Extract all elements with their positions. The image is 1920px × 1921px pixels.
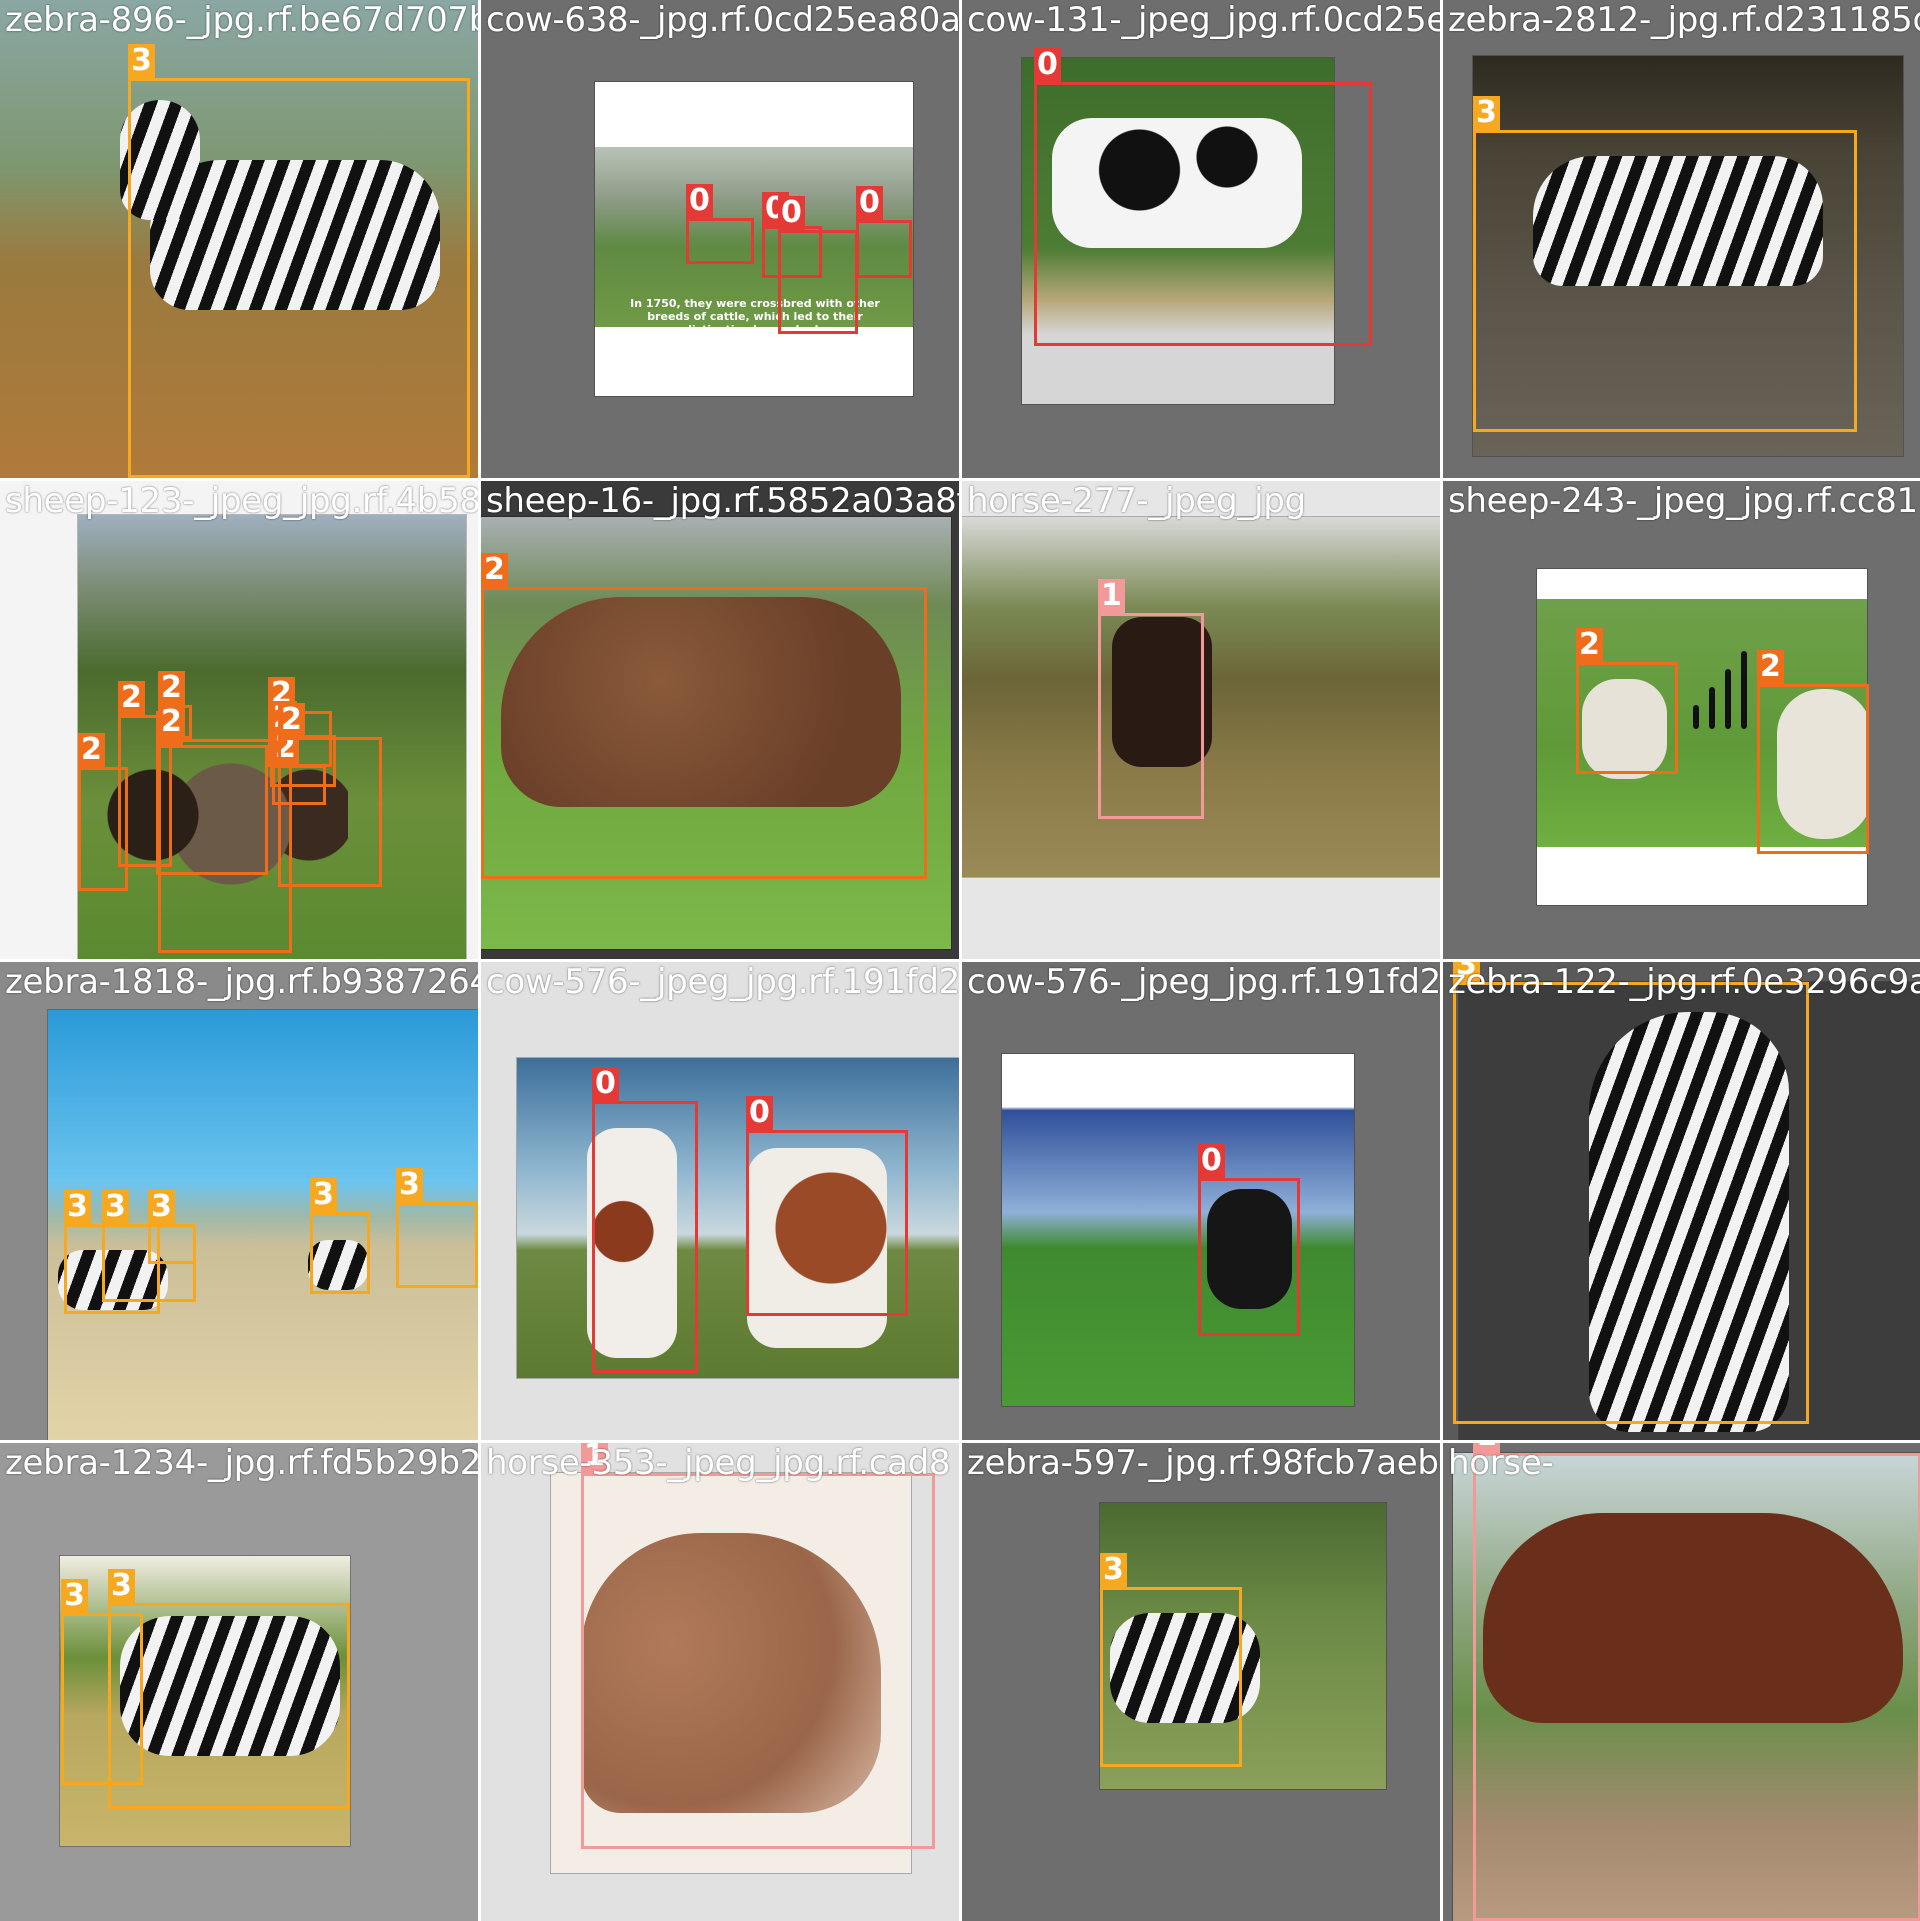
filename-label: sheep-123-_jpeg_jpg.rf.4b58cd2ed47e16c6f… [5, 481, 478, 521]
bbox-class-label: 2 [118, 681, 145, 715]
tile-11: cow-576-_jpeg_jpg.rf.191fd2 0 [962, 962, 1440, 1440]
filename-label: zebra-597-_jpg.rf.98fcb7aeba [967, 1443, 1440, 1483]
bbox: 3 [128, 44, 470, 478]
filename-label: zebra-2812-_jpg.rf.d231185d4 [1448, 0, 1920, 40]
bbox: 3 [1473, 96, 1857, 432]
filename-label: zebra-1234-_jpg.rf.fd5b29b2f0e [5, 1443, 478, 1483]
filename-label: horse- [1448, 1443, 1554, 1483]
filename-label: cow-638-_jpg.rf.0cd25ea80a9b19207a77 [486, 0, 959, 40]
bbox: 0 [1198, 1144, 1300, 1336]
bbox: 3 [1453, 962, 1809, 1424]
tile-3: cow-131-_jpeg_jpg.rf.0cd25ea80a9b19207a7… [962, 0, 1440, 478]
tile-2: In 1750, they were crossbred with other … [481, 0, 959, 478]
bbox: 0 [778, 196, 858, 334]
bbox-class-label: 0 [778, 196, 805, 230]
tile-4: zebra-2812-_jpg.rf.d231185d4 3 [1443, 0, 1920, 478]
bbox-class-label: 2 [158, 705, 185, 739]
bbox: 3 [108, 1569, 350, 1809]
bbox: 3 [148, 1190, 196, 1264]
tile-8: sheep-243-_jpeg_jpg.rf.cc81 2 2 [1443, 481, 1920, 959]
bbox-class-label: 3 [102, 1190, 129, 1224]
mosaic-grid: zebra-896-_jpg.rf.be67d707bce4c8c89ea527… [0, 0, 1920, 1921]
tile-1: zebra-896-_jpg.rf.be67d707bce4c8c89ea527… [0, 0, 478, 478]
tile-9: zebra-1818-_jpg.rf.b93872641 3 3 3 3 3 [0, 962, 478, 1440]
filename-label: sheep-16-_jpg.rf.5852a03a8f8 [486, 481, 959, 521]
photo-cow [1002, 1054, 1354, 1406]
bbox: 0 [686, 184, 754, 264]
bbox-class-label: 3 [396, 1168, 423, 1202]
tile-13: zebra-1234-_jpg.rf.fd5b29b2f0e 3 3 [0, 1443, 478, 1921]
filename-label: sheep-243-_jpeg_jpg.rf.cc81 [1448, 481, 1918, 521]
filename-label: zebra-1818-_jpg.rf.b93872641 [5, 962, 478, 1002]
bbox-class-label: 3 [108, 1569, 135, 1603]
tile-7: horse-277-_jpeg_jpg 1 [962, 481, 1440, 959]
bbox-class-label: 2 [158, 671, 185, 705]
filename-label: cow-131-_jpeg_jpg.rf.0cd25ea80a9b19207a7… [967, 0, 1440, 40]
tile-10: cow-576-_jpeg_jpg.rf.191fd2 0 0 [481, 962, 959, 1440]
tile-15: zebra-597-_jpg.rf.98fcb7aeba 3 [962, 1443, 1440, 1921]
bbox-class-label: 0 [746, 1096, 773, 1130]
bbox: 3 [1100, 1553, 1242, 1767]
bbox-class-label: 3 [1100, 1553, 1127, 1587]
bbox: 1 [581, 1443, 935, 1849]
tile-5: sheep-123-_jpeg_jpg.rf.4b58cd2ed47e16c6f… [0, 481, 478, 959]
bbox-class-label: 0 [686, 184, 713, 218]
bbox: 0 [856, 186, 912, 278]
bbox-class-label: 3 [128, 44, 155, 78]
filename-label: horse-277-_jpeg_jpg [967, 481, 1306, 521]
bbox-class-label: 3 [310, 1178, 337, 1212]
bbox-class-label: 2 [78, 733, 105, 767]
bbox-class-label: 3 [61, 1579, 88, 1613]
filename-label: cow-576-_jpeg_jpg.rf.191fd2 [486, 962, 959, 1002]
bbox: 2 [1576, 628, 1678, 774]
bbox-class-label: 0 [1034, 48, 1061, 82]
bbox: 3 [310, 1178, 370, 1294]
filename-label: zebra-122-_jpg.rf.0e3296c9a [1448, 962, 1920, 1002]
bbox-class-label: 0 [1198, 1144, 1225, 1178]
filename-label: horse-353-_jpeg_jpg.rf.cad8 [486, 1443, 951, 1483]
filename-label: cow-576-_jpeg_jpg.rf.191fd2 [967, 962, 1440, 1002]
bbox: 1 [1473, 1443, 1920, 1921]
bbox-class-label: 3 [148, 1190, 175, 1224]
bbox: 0 [746, 1096, 908, 1316]
bbox-class-label: 2 [1576, 628, 1603, 662]
filename-label: zebra-896-_jpg.rf.be67d707bce4c8c89ea527… [5, 0, 478, 40]
bbox-class-label: 2 [481, 553, 508, 587]
bbox: 2 [481, 553, 927, 879]
bbox: 0 [592, 1067, 698, 1373]
tile-16: horse- 1 [1443, 1443, 1920, 1921]
wifi-icon [1687, 649, 1767, 729]
bbox: 0 [1034, 48, 1372, 346]
bbox-class-label: 3 [1473, 96, 1500, 130]
bbox-class-label: 3 [64, 1190, 91, 1224]
bbox-class-label: 1 [1098, 579, 1125, 613]
bbox: 2 [278, 703, 382, 887]
bbox: 2 [1757, 650, 1869, 854]
tile-12: zebra-122-_jpg.rf.0e3296c9a 3 [1443, 962, 1920, 1440]
bbox: 3 [396, 1168, 478, 1288]
bbox: 1 [1098, 579, 1204, 819]
bbox-class-label: 0 [856, 186, 883, 220]
tile-6: sheep-16-_jpg.rf.5852a03a8f8 2 [481, 481, 959, 959]
tile-14: horse-353-_jpeg_jpg.rf.cad8 1 [481, 1443, 959, 1921]
bbox-class-label: 2 [278, 703, 305, 737]
bbox-class-label: 2 [1757, 650, 1784, 684]
bbox-class-label: 0 [592, 1067, 619, 1101]
